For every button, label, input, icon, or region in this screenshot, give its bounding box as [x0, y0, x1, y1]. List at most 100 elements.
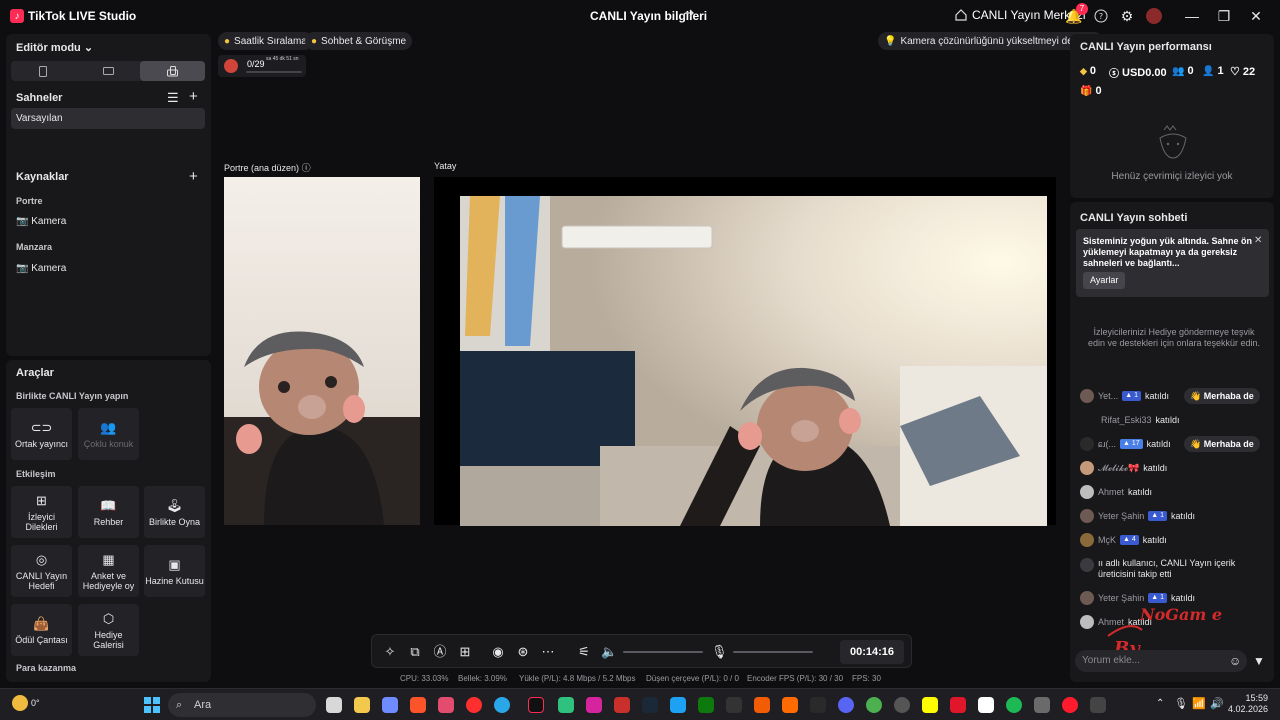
volume-tray-icon[interactable]: 🔊 [1210, 697, 1224, 710]
yandex-icon[interactable] [978, 697, 994, 713]
share-icon[interactable] [682, 8, 696, 22]
more-icon[interactable]: ⋯ [540, 644, 556, 660]
gift-gallery-button[interactable]: ⬡ Hediye Galerisi [78, 604, 139, 656]
avatar[interactable] [1080, 389, 1094, 403]
app-icon[interactable] [894, 697, 910, 713]
comment-input[interactable]: Yorum ekle... [1075, 650, 1247, 672]
source-camera-portrait[interactable]: 📷 Kamera [16, 216, 66, 227]
say-hello-button[interactable]: 👋 Merhaba de [1184, 436, 1260, 452]
app-icon[interactable] [1034, 697, 1050, 713]
avatar[interactable] [1080, 461, 1094, 475]
landscape-preview[interactable] [460, 196, 1047, 526]
tray-chevron-icon[interactable]: ⌃ [1156, 698, 1164, 709]
minimize-icon[interactable]: — [1182, 6, 1202, 26]
avatar[interactable] [1080, 615, 1094, 629]
spotify-icon[interactable] [1006, 697, 1022, 713]
epic-games-icon[interactable] [810, 697, 826, 713]
taskbar-search[interactable]: ⌕ Ara [168, 693, 316, 717]
add-scene-icon[interactable]: + [189, 88, 198, 105]
chat-username[interactable]: ɕɹ(... [1098, 439, 1116, 449]
task-view-icon[interactable] [326, 697, 342, 713]
chat-username[interactable]: Rifat_Eski33 [1101, 415, 1152, 425]
instagram-icon[interactable] [586, 697, 602, 713]
scene-item-default[interactable]: Varsayılan [11, 108, 205, 129]
youtube-icon[interactable] [466, 697, 482, 713]
close-icon[interactable]: ✕ [1246, 6, 1266, 26]
app-icon[interactable] [754, 697, 770, 713]
portrait-preview[interactable] [224, 177, 420, 525]
landscape-mode-button[interactable] [76, 61, 141, 81]
snapchat-icon[interactable] [922, 697, 938, 713]
add-source-icon[interactable]: + [189, 168, 198, 185]
help-icon[interactable]: ? [1092, 7, 1110, 25]
co-host-button[interactable]: ⊂⊃ Ortak yayıncı [11, 408, 72, 460]
clip-icon[interactable]: ⊛ [515, 644, 531, 660]
edge-browser-icon[interactable] [494, 697, 510, 713]
avatar[interactable] [1080, 485, 1094, 499]
chat-username[interactable]: 𝓜𝓮𝓵𝓲𝓴𝓮🎀 [1098, 463, 1139, 474]
tiktok-live-studio-icon[interactable] [528, 697, 544, 713]
weather-widget[interactable]: 0° [12, 695, 40, 711]
magic-wand-icon[interactable]: ✧ [382, 644, 398, 660]
chat-username[interactable]: Yet... [1098, 391, 1118, 401]
emoji-icon[interactable]: ☺ [1229, 654, 1241, 668]
multi-guest-button[interactable]: 👥 Çoklu konuk [78, 408, 139, 460]
reward-bag-button[interactable]: 👜 Ödül Çantası [11, 604, 72, 656]
speaker-icon[interactable]: 🔈 [601, 644, 617, 660]
source-camera-landscape[interactable]: 📷 Kamera [16, 263, 66, 274]
windows-start-icon[interactable] [144, 697, 160, 713]
file-explorer-icon[interactable] [354, 697, 370, 713]
taskbar-clock[interactable]: 15:59 4.02.2026 [1228, 693, 1268, 715]
steam-icon[interactable] [642, 697, 658, 713]
brave-browser-icon[interactable] [410, 697, 426, 713]
chat-username[interactable]: Yeter Şahin [1098, 511, 1144, 521]
app-icon[interactable] [782, 697, 798, 713]
live-goal-widget[interactable]: 0/29 sa 45 dk 51 sn [218, 55, 306, 77]
avatar[interactable] [1080, 437, 1094, 451]
xbox-icon[interactable] [698, 697, 714, 713]
avatar[interactable] [1080, 533, 1094, 547]
ai-effects-icon[interactable]: Ⓐ [432, 644, 448, 660]
notice-close-icon[interactable]: ✕ [1254, 235, 1262, 246]
live-goal-button[interactable]: ◎ CANLI Yayın Hedefi [11, 545, 72, 597]
add-overlay-icon[interactable]: ⊞ [457, 644, 473, 660]
wifi-icon[interactable]: 📶 [1192, 697, 1206, 710]
user-avatar[interactable] [1146, 8, 1162, 24]
gear-icon[interactable]: ⚙ [1118, 7, 1136, 25]
discord-icon[interactable] [838, 697, 854, 713]
hourly-ranking-chip[interactable]: ● Saatlik Sıralama [218, 32, 313, 50]
chat-meet-chip[interactable]: ● Sohbet & Görüşme [305, 32, 413, 50]
app-icon[interactable] [558, 697, 574, 713]
record-icon[interactable]: ◉ [490, 644, 506, 660]
chat-username[interactable]: MçK [1098, 535, 1116, 545]
say-hello-button[interactable]: 👋 Merhaba de [1184, 388, 1260, 404]
opera-icon[interactable] [1062, 697, 1078, 713]
settings-sliders-icon[interactable]: ⚟ [576, 644, 592, 660]
viewer-requests-button[interactable]: ⊞ İzleyici Dilekleri [11, 486, 72, 538]
play-together-button[interactable]: 🕹 Birlikte Oyna [144, 486, 205, 538]
treasure-box-button[interactable]: ▣ Hazine Kutusu [144, 545, 205, 597]
portrait-mode-button[interactable] [11, 61, 76, 81]
screen-effects-icon[interactable]: ⧉ [407, 644, 423, 660]
microphone-icon[interactable]: 🎙 [711, 644, 728, 660]
app-icon[interactable] [1090, 697, 1106, 713]
notice-settings-button[interactable]: Ayarlar [1083, 272, 1126, 289]
speaker-volume-slider[interactable] [623, 651, 703, 653]
chrome-icon[interactable] [866, 697, 882, 713]
filter-icon[interactable]: ▼ [1253, 654, 1265, 668]
guide-button[interactable]: 📖 Rehber [78, 486, 139, 538]
avatar[interactable] [1080, 509, 1094, 523]
app-icon[interactable] [438, 697, 454, 713]
app-icon[interactable] [950, 697, 966, 713]
app-icon[interactable] [614, 697, 630, 713]
dual-mode-button[interactable] [140, 61, 206, 81]
app-icon[interactable] [726, 697, 742, 713]
microphone-tray-icon[interactable]: 🎙 [1174, 697, 1188, 710]
info-icon[interactable]: ⓘ [302, 163, 311, 173]
list-icon[interactable]: ☰ [167, 90, 179, 106]
chat-username[interactable]: Ahmet [1098, 487, 1124, 497]
microphone-volume-slider[interactable] [733, 651, 813, 653]
twitter-icon[interactable] [670, 697, 686, 713]
maximize-icon[interactable]: ❐ [1214, 6, 1234, 26]
copilot-icon[interactable] [382, 697, 398, 713]
